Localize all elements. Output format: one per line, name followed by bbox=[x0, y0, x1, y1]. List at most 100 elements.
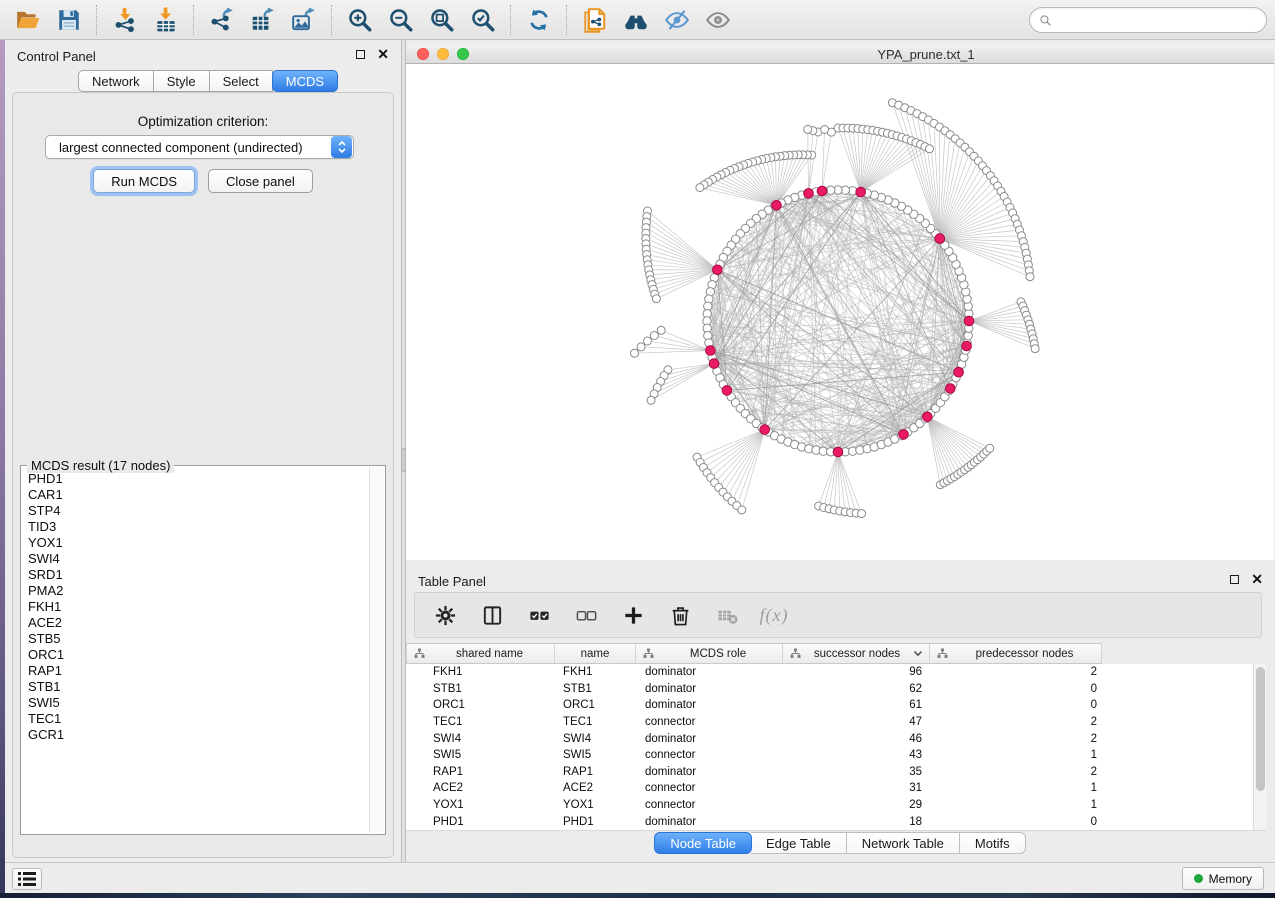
table-panel-title: Table Panel bbox=[418, 574, 486, 589]
search-input[interactable] bbox=[1057, 10, 1257, 30]
close-panel-button[interactable]: Close panel bbox=[208, 169, 313, 193]
refresh-layout-icon[interactable] bbox=[518, 3, 559, 37]
tab-network[interactable]: Network bbox=[78, 70, 154, 92]
zoom-fit-icon[interactable] bbox=[421, 3, 462, 37]
float-table-panel-icon[interactable] bbox=[1230, 575, 1239, 584]
cell-name: FKH1 bbox=[555, 666, 636, 678]
tab-mcds[interactable]: MCDS bbox=[272, 70, 338, 92]
mcds-result-item[interactable]: YOX1 bbox=[22, 535, 368, 551]
mcds-result-item[interactable]: PHD1 bbox=[22, 471, 368, 487]
cell-role: dominator bbox=[636, 816, 783, 828]
zoom-in-icon[interactable] bbox=[339, 3, 380, 37]
close-table-panel-icon[interactable]: ✕ bbox=[1251, 574, 1263, 584]
mcds-result-item[interactable]: GCR1 bbox=[22, 727, 368, 743]
mcds-result-item[interactable]: SWI4 bbox=[22, 551, 368, 567]
zoom-out-icon[interactable] bbox=[380, 3, 421, 37]
tab-edge-table[interactable]: Edge Table bbox=[751, 832, 847, 854]
add-column-icon[interactable] bbox=[620, 602, 646, 628]
export-table-icon[interactable] bbox=[242, 3, 283, 37]
delete-column-icon[interactable] bbox=[667, 602, 693, 628]
mcds-result-item[interactable]: PMA2 bbox=[22, 583, 368, 599]
column-header-successor-nodes[interactable]: successor nodes bbox=[783, 643, 930, 664]
import-network-icon[interactable] bbox=[104, 3, 145, 37]
split-panel-icon[interactable] bbox=[479, 602, 505, 628]
table-row[interactable]: SWI5SWI5connector431 bbox=[406, 747, 1266, 764]
table-row[interactable]: YOX1YOX1connector291 bbox=[406, 797, 1266, 814]
zoom-selected-icon[interactable] bbox=[462, 3, 503, 37]
table-row[interactable]: RAP1RAP1dominator352 bbox=[406, 764, 1266, 781]
deselect-all-icon[interactable] bbox=[573, 602, 599, 628]
settings-gear-icon[interactable] bbox=[432, 602, 458, 628]
mcds-result-item[interactable]: ORC1 bbox=[22, 647, 368, 663]
mcds-result-item[interactable]: ACE2 bbox=[22, 615, 368, 631]
mcds-result-item[interactable]: TID3 bbox=[22, 519, 368, 535]
task-history-button[interactable] bbox=[12, 868, 42, 890]
cell-succ: 46 bbox=[783, 733, 930, 745]
memory-button[interactable]: Memory bbox=[1182, 867, 1264, 890]
table-scrollbar[interactable] bbox=[1253, 664, 1266, 831]
show-hidden-eye-icon[interactable] bbox=[697, 3, 738, 37]
optimization-label: Optimization criterion: bbox=[13, 114, 393, 129]
tab-node-table[interactable]: Node Table bbox=[654, 832, 752, 854]
mcds-result-item[interactable]: STP4 bbox=[22, 503, 368, 519]
run-mcds-button[interactable]: Run MCDS bbox=[93, 169, 195, 193]
mcds-result-item[interactable]: STB1 bbox=[22, 679, 368, 695]
find-binoculars-icon[interactable] bbox=[615, 3, 656, 37]
float-panel-icon[interactable] bbox=[356, 50, 365, 59]
control-panel-title: Control Panel bbox=[17, 49, 96, 64]
cell-role: connector bbox=[636, 799, 783, 811]
table-row[interactable]: FKH1FKH1dominator962 bbox=[406, 664, 1266, 681]
cell-pred: 1 bbox=[930, 799, 1102, 811]
cell-pred: 2 bbox=[930, 766, 1102, 778]
column-header-name[interactable]: name bbox=[555, 643, 636, 664]
minimize-window-icon[interactable] bbox=[437, 48, 449, 60]
mcds-result-item[interactable]: FKH1 bbox=[22, 599, 368, 615]
cell-succ: 29 bbox=[783, 799, 930, 811]
toolbar-separator bbox=[331, 5, 332, 35]
result-list-scrollbar[interactable] bbox=[369, 467, 384, 833]
table-row[interactable]: PHD1PHD1dominator180 bbox=[406, 813, 1266, 830]
table-row[interactable]: TEC1TEC1connector472 bbox=[406, 714, 1266, 731]
mcds-result-item[interactable]: SRD1 bbox=[22, 567, 368, 583]
tab-style[interactable]: Style bbox=[154, 70, 210, 92]
select-all-icon[interactable] bbox=[526, 602, 552, 628]
criterion-select[interactable]: largest connected component (undirected) bbox=[45, 135, 354, 159]
table-row[interactable]: ACE2ACE2connector311 bbox=[406, 780, 1266, 797]
hide-selected-icon[interactable] bbox=[656, 3, 697, 37]
table-row[interactable]: SWI4SWI4dominator462 bbox=[406, 730, 1266, 747]
cell-shared: RAP1 bbox=[406, 766, 555, 778]
export-image-icon[interactable] bbox=[283, 3, 324, 37]
cell-shared: FKH1 bbox=[406, 666, 555, 678]
memory-label: Memory bbox=[1209, 872, 1252, 886]
export-network-icon[interactable] bbox=[201, 3, 242, 37]
network-from-selection-icon[interactable] bbox=[574, 3, 615, 37]
tab-network-table[interactable]: Network Table bbox=[847, 832, 960, 854]
cell-name: YOX1 bbox=[555, 799, 636, 811]
table-scrollbar-thumb[interactable] bbox=[1256, 667, 1265, 791]
column-header-predecessor-nodes[interactable]: predecessor nodes bbox=[930, 643, 1102, 664]
close-panel-icon[interactable]: ✕ bbox=[377, 49, 389, 59]
column-header-MCDS-role[interactable]: MCDS role bbox=[636, 643, 783, 664]
table-row[interactable]: ORC1ORC1dominator610 bbox=[406, 697, 1266, 714]
desktop-wallpaper-bottom bbox=[0, 893, 1275, 898]
mcds-result-item[interactable]: TEC1 bbox=[22, 711, 368, 727]
table-row[interactable]: STB1STB1dominator620 bbox=[406, 681, 1266, 698]
tab-motifs[interactable]: Motifs bbox=[960, 832, 1026, 854]
network-view[interactable] bbox=[406, 65, 1274, 560]
mcds-result-item[interactable]: RAP1 bbox=[22, 663, 368, 679]
save-session-icon[interactable] bbox=[48, 3, 89, 37]
maximize-window-icon[interactable] bbox=[457, 48, 469, 60]
import-table-icon[interactable] bbox=[145, 3, 186, 37]
mcds-result-item[interactable]: STB5 bbox=[22, 631, 368, 647]
toolbar-separator bbox=[566, 5, 567, 35]
close-window-icon[interactable] bbox=[417, 48, 429, 60]
toolbar-separator bbox=[96, 5, 97, 35]
search-box[interactable] bbox=[1029, 7, 1267, 33]
mcds-result-item[interactable]: SWI5 bbox=[22, 695, 368, 711]
mcds-result-item[interactable]: CAR1 bbox=[22, 487, 368, 503]
tab-select[interactable]: Select bbox=[210, 70, 273, 92]
cell-name: ACE2 bbox=[555, 782, 636, 794]
status-bar: Memory bbox=[5, 862, 1275, 893]
open-session-icon[interactable] bbox=[7, 3, 48, 37]
column-header-shared-name[interactable]: shared name bbox=[406, 643, 555, 664]
